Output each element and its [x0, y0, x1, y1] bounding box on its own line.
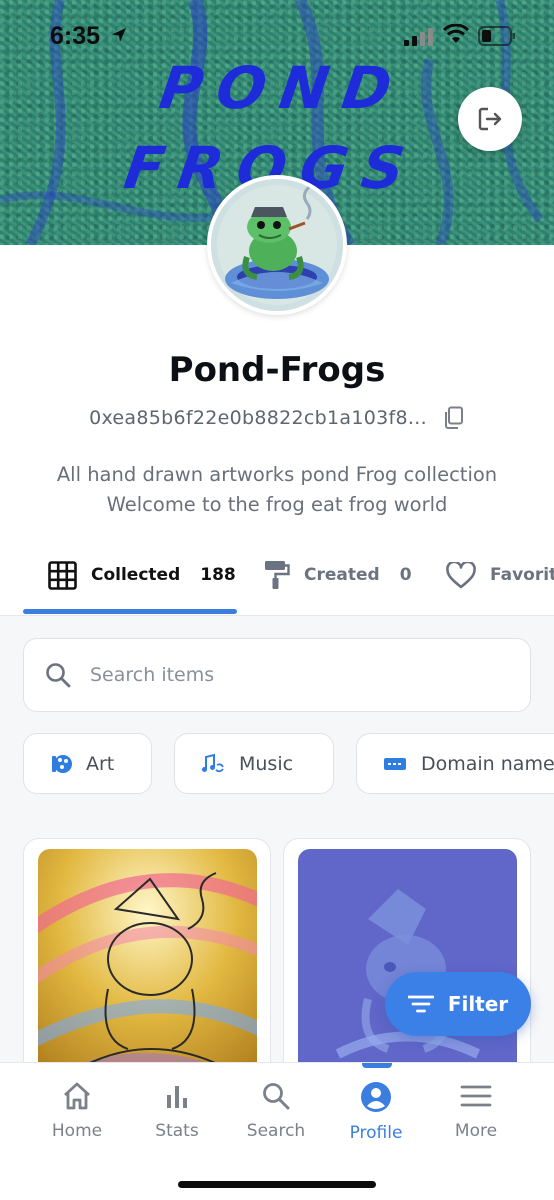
profile-name: Pond-Frogs — [168, 350, 386, 390]
nav-home[interactable]: Home — [27, 1081, 127, 1141]
filter-icon — [407, 995, 434, 1013]
stats-icon — [167, 1086, 187, 1108]
location-arrow-icon — [112, 28, 126, 42]
active-tab-indicator — [23, 609, 237, 614]
home-icon — [64, 1082, 90, 1110]
wallet-address-row: 0xea85b6f22e0b8822cb1a103f8... — [0, 406, 554, 430]
menu-icon — [460, 1085, 492, 1107]
avatar — [207, 175, 347, 315]
category-music-label: Music — [239, 752, 294, 775]
domain-icon — [384, 757, 406, 770]
nav-profile[interactable]: Profile — [326, 1081, 426, 1143]
nav-stats-label: Stats — [155, 1121, 199, 1141]
category-domain-label: Domain names — [421, 752, 554, 775]
tab-created-count: 0 — [399, 565, 412, 585]
active-nav-indicator — [362, 1063, 392, 1068]
art-icon — [52, 754, 72, 773]
paint-roller-icon — [265, 561, 290, 589]
category-chip-domain-names[interactable]: Domain names — [356, 733, 554, 794]
grid-icon — [48, 560, 77, 590]
nav-home-label: Home — [51, 1121, 103, 1141]
wifi-icon — [443, 24, 469, 43]
nav-more-label: More — [454, 1121, 498, 1141]
category-art-label: Art — [86, 752, 115, 775]
tab-created[interactable]: Created 0 — [264, 540, 412, 610]
gold-frog-artwork — [38, 849, 257, 1062]
status-bar: 6:35 — [0, 0, 554, 70]
search-bar[interactable] — [23, 638, 531, 712]
tab-favorites[interactable]: Favorites — [446, 540, 554, 610]
nav-stats[interactable]: Stats — [127, 1081, 227, 1141]
bottom-navigation: Home Stats Search Profile More — [0, 1062, 554, 1200]
search-icon — [263, 1083, 290, 1110]
tab-favorites-label: Favorites — [490, 565, 554, 585]
nft-card[interactable] — [23, 838, 271, 1062]
nav-search-label: Search — [246, 1121, 306, 1141]
nav-more[interactable]: More — [426, 1081, 526, 1141]
cellular-signal-icon — [404, 28, 433, 46]
bio-line-1: All hand drawn artworks pond Frog collec… — [56, 463, 498, 486]
profile-icon — [361, 1082, 391, 1112]
copy-icon[interactable] — [443, 406, 465, 430]
music-icon — [202, 753, 224, 772]
tab-created-label: Created — [304, 565, 380, 585]
frog-avatar-image — [211, 179, 343, 311]
tab-collected-count: 188 — [200, 565, 236, 585]
logout-button[interactable] — [458, 87, 522, 151]
search-input[interactable] — [90, 664, 470, 686]
nav-profile-label: Profile — [349, 1123, 403, 1143]
home-indicator — [178, 1181, 376, 1188]
wallet-address: 0xea85b6f22e0b8822cb1a103f8... — [89, 407, 427, 429]
nav-search[interactable]: Search — [226, 1081, 326, 1141]
logout-icon — [478, 107, 502, 131]
filter-label: Filter — [447, 992, 509, 1016]
category-chip-music[interactable]: Music — [174, 733, 334, 794]
search-icon — [46, 663, 71, 688]
category-chip-art[interactable]: Art — [23, 733, 152, 794]
tab-collected[interactable]: Collected 188 — [48, 540, 236, 610]
bio-line-2: Welcome to the frog eat frog world — [106, 493, 448, 516]
battery-icon — [478, 26, 515, 46]
nft-image — [38, 849, 257, 1062]
status-time: 6:35 — [50, 22, 101, 50]
tab-collected-label: Collected — [91, 565, 181, 585]
profile-tabs: Collected 188 Created 0 Favorites — [0, 540, 554, 616]
filter-button[interactable]: Filter — [385, 972, 531, 1036]
profile-bio: All hand drawn artworks pond Frog collec… — [0, 460, 554, 520]
heart-icon — [446, 561, 476, 588]
